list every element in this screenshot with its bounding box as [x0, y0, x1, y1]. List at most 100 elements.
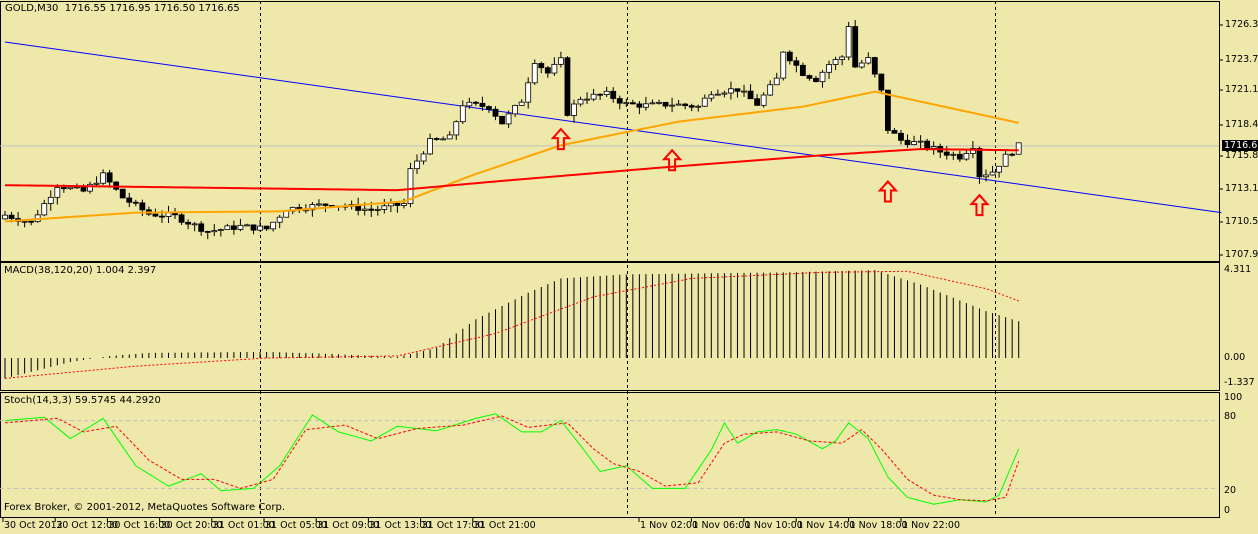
candle-bull [930, 146, 937, 149]
candle-bear [544, 67, 551, 74]
stoch-tick-label: 20 [1224, 485, 1237, 496]
candle-bear [28, 220, 35, 223]
candle-bull [721, 92, 728, 95]
symbol-name: GOLD,M30 [5, 3, 59, 14]
macd-label: MACD(38,120,20) 1.004 2.397 [4, 265, 157, 276]
candle-bear [106, 172, 113, 183]
candle-bull [584, 98, 590, 101]
candle-bear [486, 106, 492, 110]
candle-bear [132, 201, 139, 204]
candle-bull [656, 101, 662, 104]
candle-bear [499, 115, 505, 125]
candle-bull [21, 220, 28, 223]
candle-bull [270, 221, 277, 230]
stoch-tick-label: 80 [1224, 411, 1237, 422]
candle-bear [322, 203, 329, 206]
candle-bull [316, 203, 322, 206]
stoch-main-line [4, 413, 1020, 505]
up-arrow-icon [969, 193, 990, 217]
up-arrow-icon [877, 179, 899, 203]
candle-bull [858, 62, 865, 68]
candle-bear [806, 75, 813, 79]
time-tick-label: 1 Nov 18:00 [849, 520, 908, 531]
candle-bull [518, 101, 525, 106]
candle-bear [793, 60, 800, 66]
candle-bull [453, 121, 460, 136]
copyright-text: Forex Broker, © 2001-2012, MetaQuotes So… [4, 502, 286, 513]
candle-bear [629, 102, 636, 105]
candle-bull [374, 208, 381, 211]
stoch-tick-label: 0 [1224, 505, 1231, 516]
candle-bull [244, 224, 250, 227]
stoch-tick-label: 100 [1224, 392, 1243, 403]
candle-bull [983, 174, 989, 178]
candle-bull [1015, 142, 1022, 155]
candle-bear [564, 57, 571, 116]
candle-bear [904, 139, 911, 145]
candle-bull [603, 90, 610, 95]
candle-bull [361, 208, 368, 211]
time-tick-label: 30 Oct 2012 [4, 520, 63, 531]
candle-bear [662, 101, 669, 107]
macd-tick-label: 0.00 [1224, 352, 1246, 363]
candle-bull [741, 90, 747, 93]
candle-bear [538, 63, 545, 69]
candle-bear [1009, 153, 1016, 156]
candle-bull [917, 140, 924, 143]
candle-bull [505, 113, 512, 125]
candle-bull [839, 56, 846, 60]
price-tick-label: 1723.75 [1225, 54, 1258, 65]
candle-bull [590, 93, 597, 100]
candle-bear [924, 140, 931, 149]
candle-bear [682, 103, 689, 107]
candle-bull [2, 214, 8, 220]
candle-bear [178, 214, 185, 223]
candle-bear [754, 98, 760, 106]
candle-bear [610, 90, 617, 99]
candle-bear [368, 208, 375, 211]
price-tick-label: 1718.45 [1225, 119, 1258, 130]
candle-bull [427, 138, 434, 155]
candle-bull [675, 103, 682, 106]
candle-bull [950, 153, 957, 156]
macd-panel [0, 262, 1220, 391]
candle-bear [891, 130, 898, 134]
candle-bull [512, 105, 519, 115]
macd-tick-label: 4.311 [1224, 264, 1252, 275]
candle-bull [773, 77, 780, 86]
chart-canvas[interactable] [0, 0, 1258, 534]
candle-bull [93, 182, 100, 185]
candle-bear [198, 223, 205, 232]
candle-bull [963, 153, 970, 160]
candle-bear [119, 188, 126, 199]
candle-bull [224, 225, 231, 230]
macd-signal-line [4, 270, 1019, 379]
candle-bear [956, 153, 963, 160]
time-tick-label: 1 Nov 02:00 [640, 520, 699, 531]
candle-bear [263, 225, 270, 230]
price-tick-label: 1713.15 [1225, 183, 1258, 194]
candle-bear [616, 98, 623, 104]
candle-bull [649, 102, 656, 105]
price-tick-label: 1715.80 [1225, 150, 1258, 161]
candle-bull [558, 57, 564, 65]
candle-bull [165, 212, 172, 217]
candle-bull [708, 94, 715, 99]
candle-bull [67, 186, 74, 190]
price-tick-label: 1707.90 [1225, 249, 1258, 260]
candle-bull [551, 63, 558, 74]
candle-bear [230, 225, 237, 230]
candle-bull [100, 172, 106, 184]
candle-bull [420, 153, 427, 162]
candle-bull [414, 160, 420, 170]
candle-bear [204, 230, 211, 233]
candle-bear [976, 147, 983, 178]
candle-bull [257, 225, 263, 231]
candle-bull [701, 97, 708, 107]
candle-bear [492, 108, 499, 117]
price-tick-label: 1726.35 [1225, 19, 1258, 30]
candle-bear [394, 202, 401, 206]
candle-bull [191, 223, 198, 226]
candle-bear [636, 103, 643, 108]
candle-bull [714, 93, 721, 96]
